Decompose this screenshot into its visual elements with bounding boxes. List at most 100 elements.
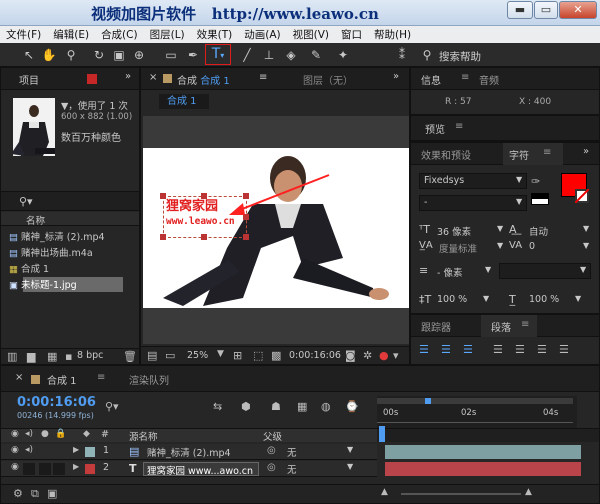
- toggle-switches-icon[interactable]: ⚙: [13, 487, 23, 500]
- align-center-icon[interactable]: ☰: [441, 343, 451, 356]
- roto-brush-tool-icon[interactable]: ✎: [307, 46, 325, 64]
- layer-parent[interactable]: 无: [287, 462, 297, 477]
- list-item-selected[interactable]: ▣ 未标题-1.jpg: [9, 277, 123, 292]
- leading-value[interactable]: 自动: [529, 224, 548, 239]
- current-time-indicator[interactable]: [379, 426, 385, 442]
- menu-effect[interactable]: 效果(T): [191, 26, 239, 43]
- font-size-value[interactable]: 36 像素: [437, 224, 471, 239]
- menu-animation[interactable]: 动画(A): [238, 26, 286, 43]
- table-row[interactable]: ◉ ▶ 2 T 狸窝家园 www...awo.cn ◎ 无 ▼: [1, 461, 377, 477]
- chevron-down-icon[interactable]: ▼: [583, 241, 589, 256]
- expand-arrow-icon[interactable]: ▶: [73, 462, 79, 471]
- menu-edit[interactable]: 编辑(E): [47, 26, 95, 43]
- pan-behind-tool-icon[interactable]: ⊕: [130, 46, 148, 64]
- zoom-out-icon[interactable]: ▲: [381, 487, 388, 497]
- rectangle-tool-icon[interactable]: ▭: [162, 46, 180, 64]
- eraser-tool-icon[interactable]: ◈: [282, 46, 300, 64]
- list-item[interactable]: ▤ 赌神出场曲.m4a: [9, 245, 139, 259]
- clone-stamp-tool-icon[interactable]: ⊥: [260, 46, 278, 64]
- chevron-down-icon[interactable]: ▼: [497, 241, 503, 256]
- interpret-footage-icon[interactable]: ▥: [7, 350, 17, 363]
- font-select[interactable]: Fixedsys ▼: [419, 173, 527, 189]
- layer-parent[interactable]: 无: [287, 445, 297, 460]
- project-search-icon[interactable]: ⚲▾: [19, 195, 33, 208]
- type-tool-icon[interactable]: T▾: [205, 44, 231, 65]
- stroke-order-select[interactable]: ▼: [499, 263, 591, 279]
- kerning-value[interactable]: 度量标准: [439, 241, 477, 256]
- hand-tool-icon[interactable]: ✋: [40, 46, 58, 64]
- eyedropper-icon[interactable]: ✑: [531, 175, 540, 188]
- solo-icon[interactable]: ●: [41, 429, 49, 439]
- time-ruler[interactable]: 00s 02s 04s: [377, 396, 577, 428]
- align-right-icon[interactable]: ☰: [463, 343, 473, 356]
- close-tab-icon[interactable]: ×: [149, 72, 157, 83]
- grid-icon[interactable]: ⊞: [233, 349, 242, 362]
- chevron-down-icon[interactable]: ▼: [347, 462, 353, 477]
- graph-editor-icon[interactable]: ⌚: [345, 400, 359, 413]
- font-style-select[interactable]: - ▼: [419, 195, 527, 211]
- chevron-down-icon[interactable]: ▼: [583, 224, 589, 239]
- work-area-bar[interactable]: [377, 398, 573, 404]
- menu-help[interactable]: 帮助(H): [368, 26, 417, 43]
- hide-shy-icon[interactable]: ☗: [271, 400, 281, 413]
- tab-timeline-comp[interactable]: 合成 1: [47, 372, 77, 387]
- menu-view[interactable]: 视图(V): [287, 26, 335, 43]
- visibility-icon[interactable]: ◉: [11, 445, 19, 455]
- menu-window[interactable]: 窗口: [335, 26, 368, 43]
- panel-menu-icon[interactable]: »: [583, 146, 589, 157]
- justify-left-icon[interactable]: ☰: [493, 343, 503, 356]
- puppet-tool-icon[interactable]: ✦: [334, 46, 352, 64]
- visibility-icon[interactable]: ◉: [11, 462, 19, 472]
- comp-subtab[interactable]: 合成 1: [159, 94, 209, 109]
- pick-whip-icon[interactable]: ◎: [267, 462, 276, 473]
- options-icon[interactable]: ▾: [393, 349, 399, 362]
- expand-arrow-icon[interactable]: ▶: [73, 445, 79, 454]
- transparency-icon[interactable]: ▩: [271, 349, 281, 362]
- rotate-tool-icon[interactable]: ↻: [90, 46, 108, 64]
- comp-timecode[interactable]: 0:00:16:06: [289, 350, 341, 365]
- close-button[interactable]: ✕: [559, 1, 597, 19]
- column-name[interactable]: 名称: [26, 213, 45, 228]
- frame-blending-icon[interactable]: ▦: [297, 400, 307, 413]
- tab-effects-presets[interactable]: 效果和预设: [421, 147, 471, 162]
- maximize-button[interactable]: ▭: [534, 1, 558, 19]
- tab-menu-icon[interactable]: ≡: [543, 147, 551, 158]
- trash-icon[interactable]: 🗑: [123, 350, 137, 363]
- layer-track-bar[interactable]: [385, 445, 581, 459]
- work-area-start-handle[interactable]: [425, 398, 431, 404]
- tab-character[interactable]: 字符: [509, 147, 529, 162]
- pen-tool-icon[interactable]: ✒: [184, 46, 202, 64]
- label-icon[interactable]: ◆: [83, 429, 90, 439]
- layer-label-swatch[interactable]: [85, 464, 95, 474]
- tab-project[interactable]: 项目: [19, 72, 39, 87]
- tab-menu-icon[interactable]: ≡: [97, 372, 105, 383]
- comp-viewer[interactable]: 狸窝家园 www.leawo.cn: [143, 116, 409, 344]
- close-tab-icon[interactable]: ×: [15, 372, 23, 383]
- timeline-timecode[interactable]: 0:00:16:06: [17, 395, 96, 410]
- audio-icon[interactable]: ◂): [25, 429, 33, 439]
- stroke-width-value[interactable]: - 像素: [437, 265, 462, 280]
- zoom-tool-icon[interactable]: ⚲: [62, 46, 80, 64]
- list-item[interactable]: ▦ 合成 1: [9, 261, 139, 275]
- pick-whip-icon[interactable]: ◎: [267, 445, 276, 456]
- tab-info[interactable]: 信息: [421, 72, 441, 87]
- panel-menu-icon[interactable]: »: [125, 71, 131, 82]
- monitor-icon[interactable]: ▭: [165, 349, 175, 362]
- brush-tool-icon[interactable]: ╱: [238, 46, 256, 64]
- list-item[interactable]: ▤ 赌神_标清 (2).mp4: [9, 229, 139, 243]
- toggle-modes-icon[interactable]: ⧉: [31, 487, 39, 501]
- lock-icon[interactable]: 🔒: [55, 429, 66, 439]
- tracking-value[interactable]: 0: [529, 241, 535, 256]
- menu-layer[interactable]: 图层(L): [144, 26, 191, 43]
- toggle-in-out-icon[interactable]: ▣: [47, 487, 57, 500]
- layer-name-field[interactable]: 狸窝家园 www...awo.cn: [143, 462, 259, 477]
- tab-composition[interactable]: 合成 合成 1: [177, 72, 230, 87]
- tab-menu-icon[interactable]: ≡: [455, 121, 463, 132]
- handle-icon[interactable]: [201, 234, 207, 240]
- handle-icon[interactable]: [201, 193, 207, 199]
- chevron-down-icon[interactable]: ▼: [575, 294, 581, 309]
- handle-icon[interactable]: [160, 193, 166, 199]
- motion-blur-icon[interactable]: ◍: [321, 400, 331, 413]
- chevron-down-icon[interactable]: ▼: [497, 224, 503, 239]
- column-source-name[interactable]: 源名称: [129, 429, 158, 444]
